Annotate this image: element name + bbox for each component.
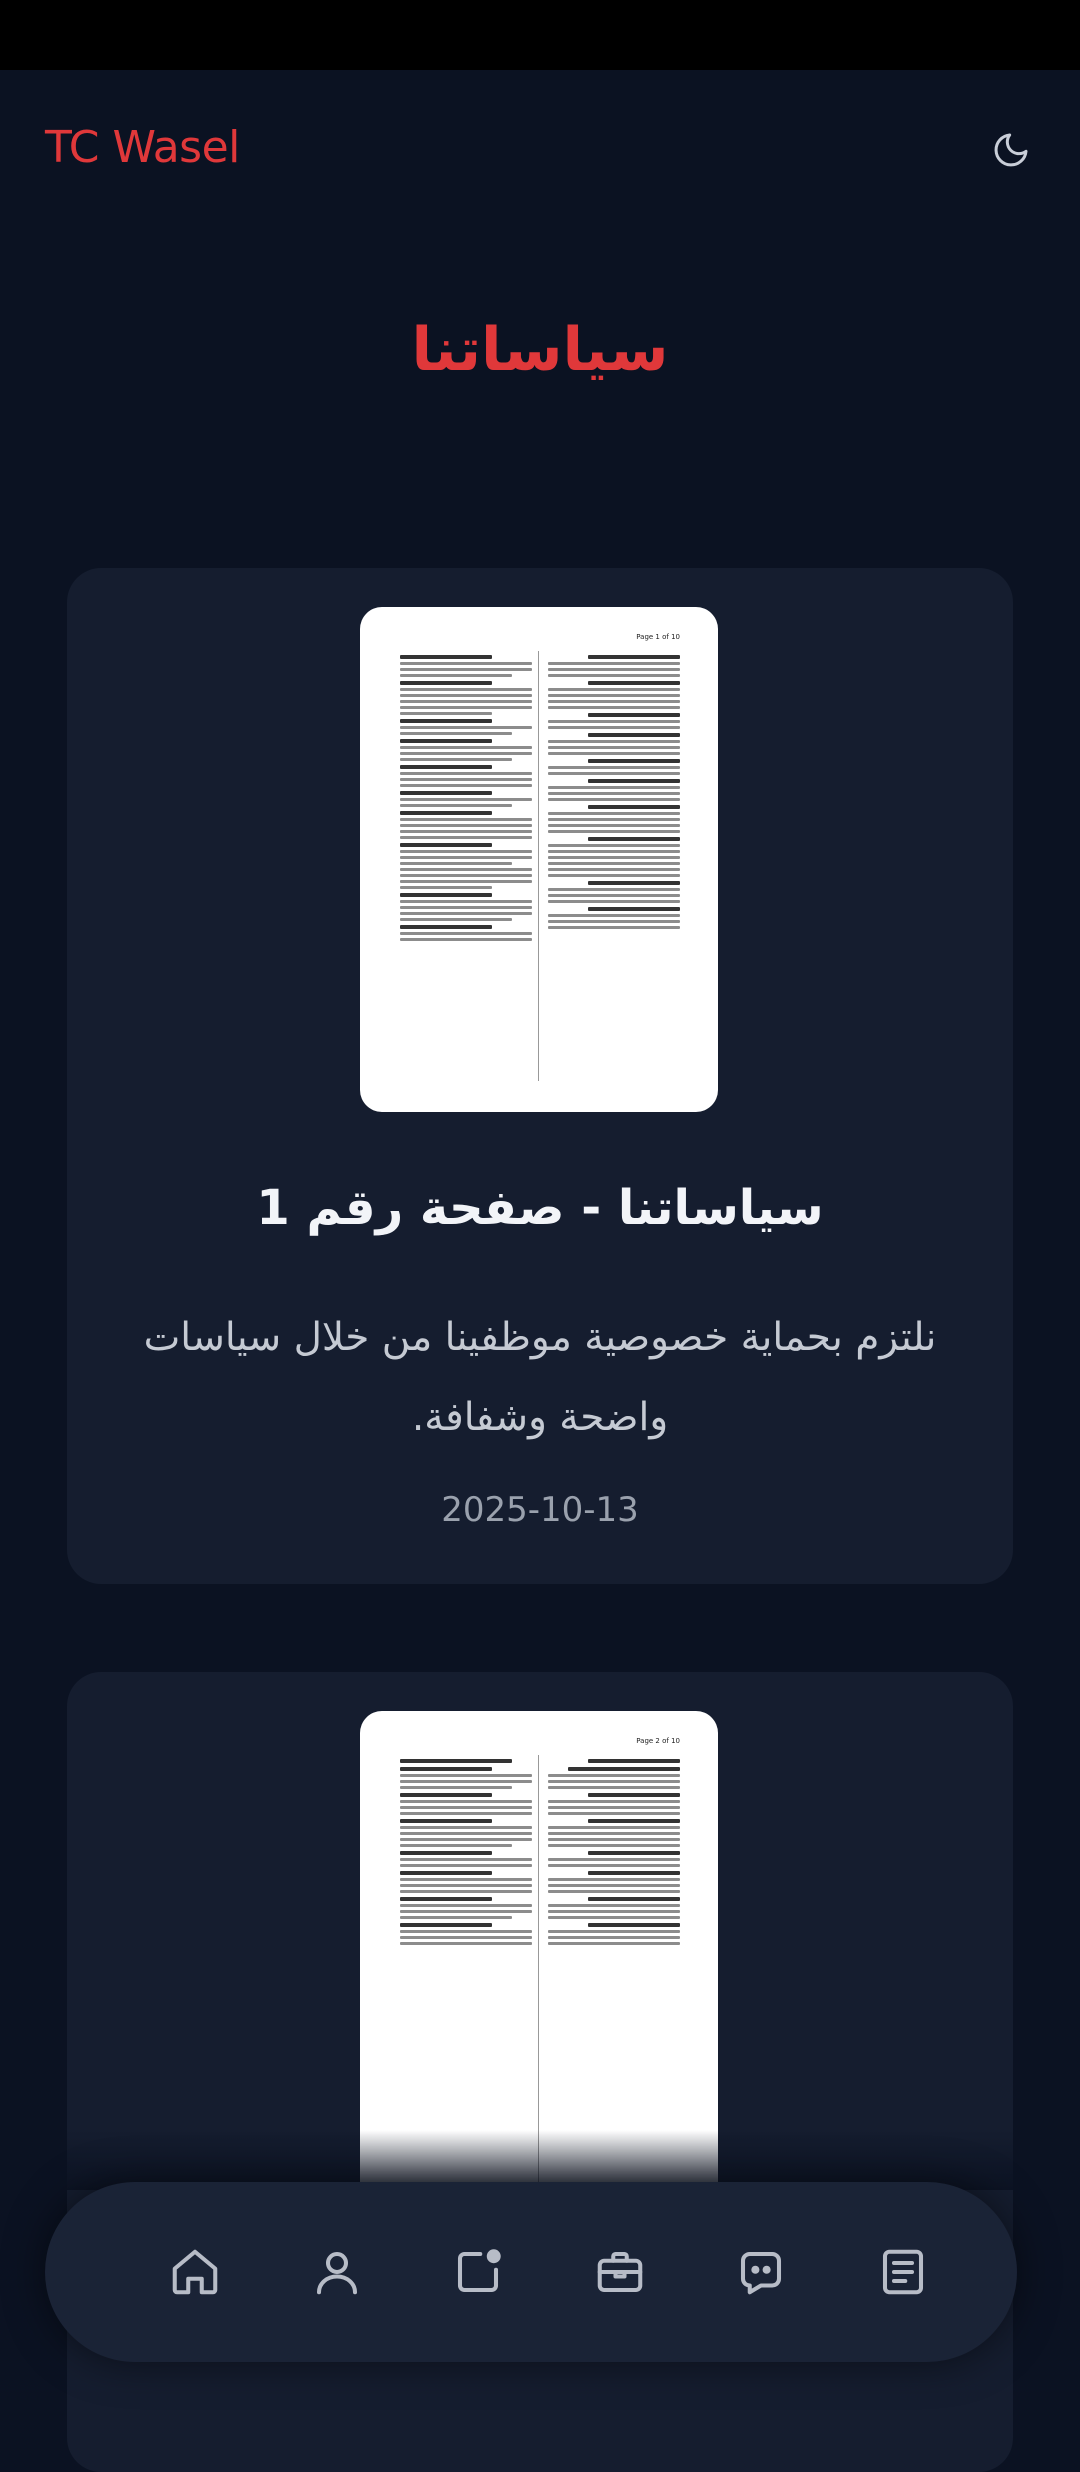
page-title: سياساتنا	[411, 315, 669, 385]
document-page-label: Page 2 of 10	[636, 1737, 680, 1745]
policy-card-description: نلتزم بحماية خصوصية موظفينا من خلال سياس…	[143, 1315, 937, 1440]
document-english-column	[400, 1755, 532, 1948]
chat-icon	[741, 2251, 782, 2295]
document-divider	[538, 651, 539, 1081]
user-icon	[316, 2251, 357, 2295]
theme-toggle-button[interactable]	[986, 125, 1036, 175]
nav-profile[interactable]	[307, 2242, 367, 2302]
bottom-navigation	[45, 2182, 1017, 2362]
document-divider	[538, 1755, 539, 2185]
brand-title[interactable]: TC Wasel	[45, 122, 240, 173]
home-icon	[172, 2249, 218, 2295]
document-arabic-column	[548, 651, 680, 932]
bottom-nav-fade	[0, 2130, 1080, 2190]
document-english-column	[400, 651, 532, 944]
policy-card[interactable]: Page 1 of 10 سياساتنا - صفحة رقم 1 نلتزم…	[67, 568, 1013, 1584]
nav-policies[interactable]	[873, 2242, 933, 2302]
document-preview: Page 1 of 10	[400, 633, 680, 1093]
policy-card-date: 2025-10-13	[441, 1490, 639, 1530]
document-list-icon	[882, 2249, 923, 2295]
policy-thumbnail[interactable]: Page 1 of 10	[360, 607, 718, 1112]
document-preview: Page 2 of 10	[400, 1737, 680, 2197]
policy-card-title: سياساتنا - صفحة رقم 1	[256, 1180, 824, 1236]
app-header: TC Wasel	[0, 70, 1080, 230]
status-bar	[0, 0, 1080, 70]
document-page-label: Page 1 of 10	[636, 633, 680, 641]
notification-edit-icon	[458, 2249, 501, 2293]
nav-notifications[interactable]	[448, 2242, 508, 2302]
document-arabic-column	[548, 1755, 680, 1948]
nav-chat[interactable]	[731, 2242, 791, 2302]
moon-icon	[994, 133, 1028, 167]
nav-jobs[interactable]	[590, 2242, 650, 2302]
briefcase-icon	[597, 2251, 643, 2293]
nav-home[interactable]	[165, 2242, 225, 2302]
